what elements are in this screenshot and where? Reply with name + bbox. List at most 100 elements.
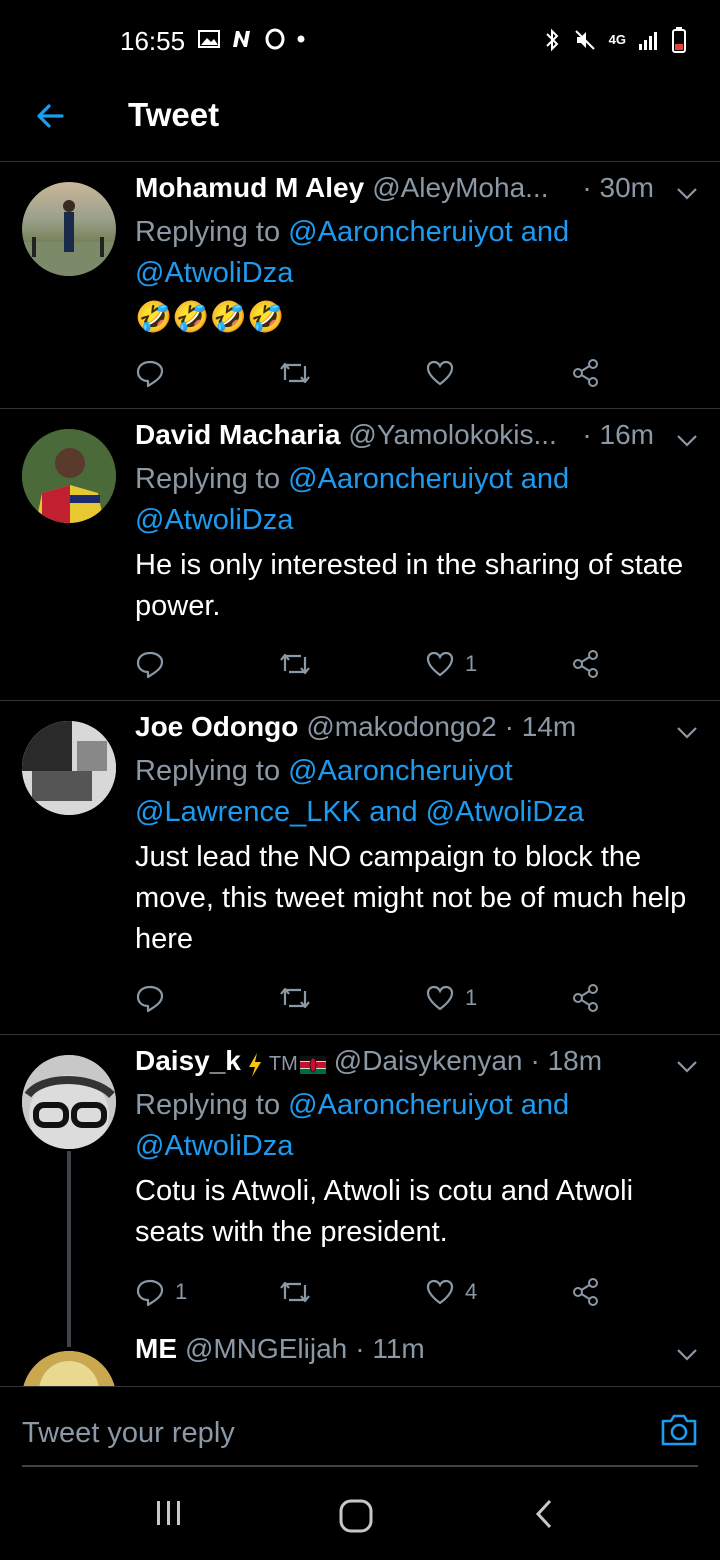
home-icon <box>339 1499 373 1533</box>
battery-icon <box>672 27 686 53</box>
chevron-down-icon[interactable] <box>674 719 700 745</box>
like-icon <box>426 360 454 386</box>
avatar[interactable] <box>22 182 116 276</box>
mention-link[interactable]: @Aaroncheruiyot <box>288 755 513 787</box>
retweet-button[interactable] <box>279 649 311 679</box>
chevron-down-icon[interactable] <box>674 1341 700 1367</box>
reply-input[interactable]: Tweet your reply <box>22 1417 235 1450</box>
bluetooth-icon <box>545 28 559 52</box>
reply-button[interactable] <box>135 983 175 1013</box>
retweet-icon <box>280 987 310 1009</box>
retweet-button[interactable] <box>279 1277 311 1307</box>
retweet-button[interactable] <box>279 983 311 1013</box>
kenya-flag-icon <box>299 1056 326 1074</box>
mention-link[interactable]: @AtwoliDza <box>135 504 293 536</box>
nav-back-button[interactable] <box>530 1498 558 1535</box>
replying-to: Replying to @Aaroncheruiyot @Lawrence_LK… <box>135 755 585 828</box>
author-handle[interactable]: @AleyMoha... <box>372 172 548 204</box>
recents-button[interactable] <box>154 1498 184 1533</box>
author-handle[interactable]: @makodongo2 <box>306 711 496 743</box>
network-type: 4G <box>608 32 626 47</box>
status-notification-icons <box>198 28 306 50</box>
author-handle[interactable]: @Daisykenyan <box>334 1045 523 1077</box>
avatar[interactable] <box>22 1351 116 1386</box>
retweet-icon <box>280 1281 310 1303</box>
gallery-icon <box>198 30 220 48</box>
mention-link[interactable]: @Lawrence_LKK <box>135 796 361 828</box>
camera-icon <box>661 1414 697 1446</box>
like-icon <box>426 651 454 677</box>
tweet-actions <box>135 358 615 394</box>
author-handle[interactable]: @Yamolokokis... <box>348 419 556 451</box>
camera-button[interactable] <box>660 1413 698 1452</box>
author-name[interactable]: David Macharia <box>135 419 340 451</box>
mention-link[interactable]: @Aaroncheruiyot <box>288 216 513 248</box>
back-icon <box>535 1499 552 1529</box>
like-count: 1 <box>465 651 478 676</box>
tweet[interactable]: Mohamud M Aley @AleyMoha... · 30m Replyi… <box>0 162 720 409</box>
home-button[interactable] <box>338 1498 374 1539</box>
avatar[interactable] <box>22 1055 116 1149</box>
mention-link[interactable]: @AtwoliDza <box>135 257 293 289</box>
author-badge: TM <box>268 1053 298 1075</box>
share-button[interactable] <box>571 1277 601 1307</box>
reply-button[interactable]: 1 <box>135 1277 187 1307</box>
tweet-header: ME @MNGElijah · 11m <box>135 1333 700 1373</box>
reply-button[interactable] <box>135 649 175 679</box>
recents-icon <box>157 1501 180 1525</box>
author-name[interactable]: Daisy_k <box>135 1045 241 1077</box>
share-button[interactable] <box>571 649 601 679</box>
tweet-actions: 1 4 <box>135 1277 615 1313</box>
tweet-text: Cotu is Atwoli, Atwoli is cotu and Atwol… <box>135 1175 634 1248</box>
reply-icon <box>136 360 164 388</box>
tweet[interactable]: Daisy_k TM @Daisykenyan · 18m Replying t… <box>0 1035 720 1347</box>
avatar[interactable] <box>22 429 116 523</box>
like-button[interactable]: 4 <box>425 1277 477 1307</box>
tweet-time: · 14m <box>504 711 577 742</box>
app-header: Tweet <box>0 84 720 162</box>
retweet-button[interactable] <box>279 358 311 388</box>
tweet[interactable]: David Macharia @Yamolokokis... · 16m Rep… <box>0 409 720 701</box>
chevron-down-icon[interactable] <box>674 180 700 206</box>
share-button[interactable] <box>571 983 601 1013</box>
chevron-down-icon[interactable] <box>674 427 700 453</box>
avatar[interactable] <box>22 721 116 815</box>
mention-link[interactable]: @AtwoliDza <box>135 1130 293 1162</box>
share-button[interactable] <box>571 358 601 388</box>
mention-link[interactable]: @Aaroncheruiyot <box>288 1089 513 1121</box>
chevron-down-icon[interactable] <box>674 1053 700 1079</box>
thread-connector <box>67 1151 71 1347</box>
reply-icon <box>136 651 164 679</box>
replying-to: Replying to @Aaroncheruiyot and @AtwoliD… <box>135 1089 570 1162</box>
replying-to: Replying to @Aaroncheruiyot and @AtwoliD… <box>135 463 570 536</box>
opera-icon <box>265 28 285 50</box>
reply-feed: Mohamud M Aley @AleyMoha... · 30m Replyi… <box>0 162 720 1386</box>
tweet-text: Just lead the NO campaign to block the m… <box>135 841 687 955</box>
like-button[interactable] <box>425 358 465 388</box>
status-time: 16:55 <box>120 26 186 56</box>
tweet[interactable]: Joe Odongo @makodongo2 · 14m Replying to… <box>0 701 720 1035</box>
mention-link[interactable]: @AtwoliDza <box>426 796 584 828</box>
author-name[interactable]: Mohamud M Aley <box>135 172 364 204</box>
author-name[interactable]: ME <box>135 1333 177 1365</box>
input-underline <box>22 1465 698 1467</box>
system-nav-bar <box>0 1468 720 1560</box>
reply-button[interactable] <box>135 358 175 388</box>
page-title: Tweet <box>128 96 220 133</box>
tweet-actions: 1 <box>135 649 615 685</box>
reply-icon <box>136 1279 164 1307</box>
tweet[interactable]: ME @MNGElijah · 11m <box>0 1333 720 1386</box>
tweet-text: He is only interested in the sharing of … <box>135 549 684 622</box>
share-icon <box>573 359 598 387</box>
retweet-icon <box>280 362 310 384</box>
like-count: 4 <box>465 1279 478 1304</box>
back-button[interactable] <box>30 96 70 136</box>
mention-link[interactable]: @Aaroncheruiyot <box>288 463 513 495</box>
like-button[interactable]: 1 <box>425 983 477 1013</box>
share-icon <box>573 984 598 1012</box>
like-button[interactable]: 1 <box>425 649 477 679</box>
author-name[interactable]: Joe Odongo <box>135 711 298 743</box>
author-handle[interactable]: @MNGElijah <box>185 1333 347 1365</box>
tweet-time: · 11m <box>355 1333 425 1364</box>
reply-composer: Tweet your reply <box>0 1386 720 1468</box>
